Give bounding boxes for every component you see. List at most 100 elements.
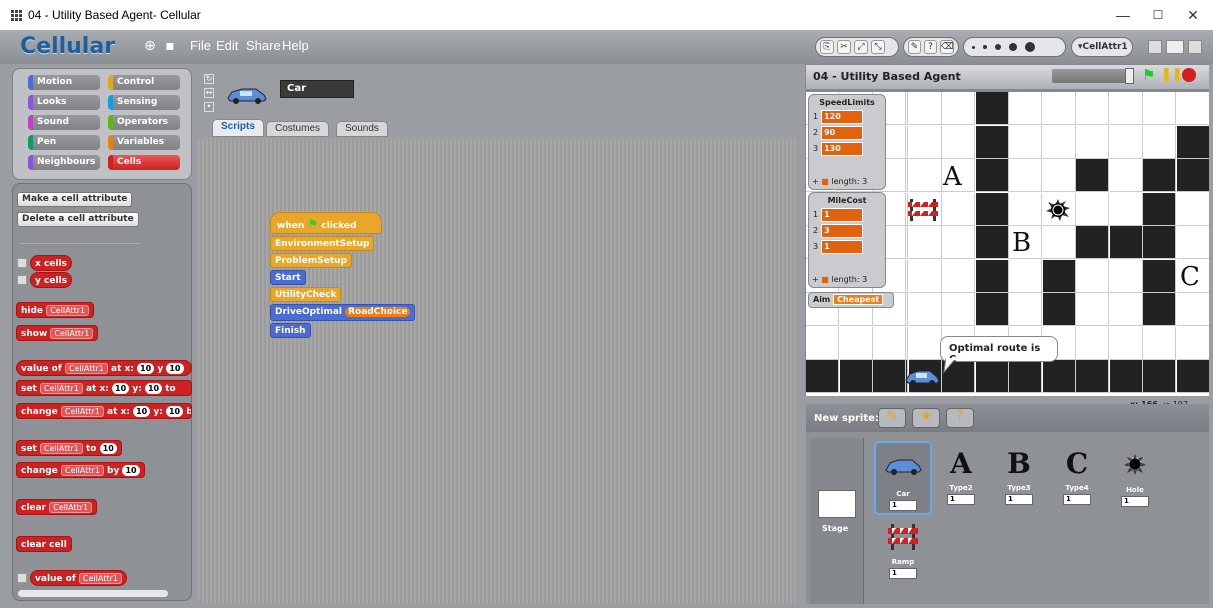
milecost-watcher[interactable]: MileCost 11 23 31 + ■ length: 3 bbox=[808, 192, 886, 288]
stage-slider-handle[interactable] bbox=[1125, 68, 1134, 84]
list-cell[interactable]: 1 bbox=[821, 239, 864, 254]
block-change-by[interactable]: change CellAttr1 by 10 bbox=[16, 462, 145, 478]
sprite-thumb-type4[interactable]: C Type4 1 bbox=[1054, 448, 1100, 505]
attr-slot[interactable]: CellAttr1 bbox=[60, 465, 104, 476]
rotate-all-icon[interactable]: ↻ bbox=[204, 74, 214, 84]
ramp-sprite[interactable] bbox=[907, 197, 939, 223]
paint-new-sprite-icon[interactable]: ✎ bbox=[878, 408, 906, 428]
block-value-of-at[interactable]: value of CellAttr1 at x: 10 y 10 bbox=[16, 360, 192, 376]
scripts-area[interactable] bbox=[198, 138, 798, 603]
value-of-checkbox[interactable] bbox=[17, 573, 27, 583]
eraser-icon[interactable]: ⌫ bbox=[940, 40, 954, 54]
choose-sprite-icon[interactable]: ★ bbox=[912, 408, 940, 428]
hole-sprite[interactable] bbox=[1044, 198, 1072, 222]
menu-edit[interactable]: Edit bbox=[216, 38, 238, 53]
pen-size-1[interactable] bbox=[972, 45, 975, 49]
category-motion[interactable]: Motion bbox=[28, 75, 100, 90]
list-cell[interactable]: 90 bbox=[821, 125, 864, 140]
minimize-button[interactable]: — bbox=[1113, 7, 1133, 23]
number-slot[interactable]: 10 bbox=[99, 443, 117, 454]
block-y-cells[interactable]: y cells bbox=[30, 272, 72, 288]
list-cell[interactable]: 1 bbox=[821, 207, 864, 222]
list-cell[interactable]: 3 bbox=[821, 223, 864, 238]
pen-size-5[interactable] bbox=[1025, 42, 1035, 52]
delete-icon[interactable]: ✂ bbox=[837, 40, 851, 54]
number-slot[interactable]: 10 bbox=[165, 406, 184, 417]
category-neighbours[interactable]: Neighbours bbox=[28, 155, 100, 170]
list-cell[interactable]: 130 bbox=[821, 141, 864, 156]
save-icon[interactable]: ▪ bbox=[162, 38, 178, 54]
attr-slot[interactable]: CellAttr1 bbox=[46, 305, 90, 316]
aim-watcher[interactable]: Aim Cheapest bbox=[808, 292, 894, 308]
maximize-button[interactable]: ☐ bbox=[1148, 7, 1168, 23]
number-slot[interactable]: 10 bbox=[112, 383, 130, 394]
close-button[interactable]: ✕ bbox=[1183, 7, 1203, 23]
block-clear[interactable]: clear CellAttr1 bbox=[16, 499, 98, 515]
attr-slot[interactable]: CellAttr1 bbox=[60, 406, 104, 417]
category-sound[interactable]: Sound bbox=[28, 115, 100, 130]
attr-slot[interactable]: CellAttr1 bbox=[50, 328, 94, 339]
number-slot[interactable]: 10 bbox=[144, 383, 163, 394]
category-control[interactable]: Control bbox=[108, 75, 180, 90]
category-cells[interactable]: Cells bbox=[108, 155, 180, 170]
block-utility-check[interactable]: UtilityCheck bbox=[270, 287, 342, 302]
attr-slot[interactable]: CellAttr1 bbox=[78, 573, 122, 584]
stage-slider[interactable] bbox=[1052, 69, 1132, 83]
sprite-thumb-ramp[interactable]: Ramp 1 bbox=[880, 520, 926, 579]
pencil-icon[interactable]: ✎ bbox=[908, 40, 921, 54]
block-hide[interactable]: hide CellAttr1 bbox=[16, 302, 95, 318]
no-rotate-icon[interactable]: • bbox=[204, 102, 214, 112]
cellattr-dropdown[interactable]: ▾CellAttr1 bbox=[1071, 37, 1133, 57]
list-cell[interactable]: 120 bbox=[821, 109, 864, 124]
category-variables[interactable]: Variables bbox=[108, 135, 180, 150]
number-slot[interactable]: 10 bbox=[137, 363, 155, 374]
block-value-of[interactable]: value of CellAttr1 bbox=[30, 570, 127, 586]
green-flag-icon[interactable]: ⚑ bbox=[1142, 66, 1155, 84]
block-environment-setup[interactable]: EnvironmentSetup bbox=[270, 236, 375, 251]
number-slot[interactable]: 10 bbox=[122, 465, 140, 476]
category-operators[interactable]: Operators bbox=[108, 115, 180, 130]
grow-icon[interactable]: ⤢ bbox=[854, 40, 868, 54]
make-cell-attribute-button[interactable]: Make a cell attribute bbox=[17, 192, 133, 207]
palette-scrollbar[interactable] bbox=[18, 590, 168, 597]
sprite-thumb-type2[interactable]: A Type2 1 bbox=[938, 448, 984, 505]
block-change-at[interactable]: change CellAttr1 at x: 10 y: 10 b bbox=[16, 403, 192, 419]
type4-sprite-c[interactable]: C bbox=[1180, 262, 1200, 292]
pen-size-2[interactable] bbox=[983, 45, 987, 49]
sprite-thumb-car[interactable]: Car 1 bbox=[880, 452, 926, 511]
pause-icon[interactable]: ❚❚ bbox=[1161, 68, 1183, 82]
y-cells-checkbox[interactable] bbox=[17, 275, 27, 285]
tab-costumes[interactable]: Costumes bbox=[266, 121, 330, 137]
type2-sprite-a[interactable]: A bbox=[943, 162, 962, 192]
block-drive-optimal[interactable]: DriveOptimal RoadChoice bbox=[270, 304, 416, 321]
attr-slot[interactable]: CellAttr1 bbox=[64, 363, 108, 374]
block-set-to[interactable]: set CellAttr1 to 10 bbox=[16, 440, 122, 456]
layout-small-icon[interactable] bbox=[1148, 40, 1162, 54]
stop-icon[interactable] bbox=[1182, 68, 1196, 82]
block-clear-cell[interactable]: clear cell bbox=[16, 536, 72, 552]
tab-sounds[interactable]: Sounds bbox=[336, 121, 388, 137]
block-show[interactable]: show CellAttr1 bbox=[16, 325, 99, 341]
shrink-icon[interactable]: ⤡ bbox=[871, 40, 885, 54]
help-icon[interactable]: ? bbox=[924, 40, 937, 54]
hat-when-flag-clicked[interactable]: when ⚑ clicked bbox=[270, 212, 382, 234]
menu-help[interactable]: Help bbox=[282, 38, 309, 53]
sprite-thumb-hole[interactable]: Hole 1 bbox=[1112, 448, 1158, 507]
pen-size-3[interactable] bbox=[995, 44, 1001, 50]
x-cells-checkbox[interactable] bbox=[17, 258, 27, 268]
car-sprite[interactable] bbox=[904, 368, 940, 386]
number-slot[interactable]: 10 bbox=[133, 406, 151, 417]
block-start[interactable]: Start bbox=[270, 270, 306, 285]
attr-slot[interactable]: CellAttr1 bbox=[39, 383, 83, 394]
stage-thumbnail[interactable] bbox=[818, 490, 856, 518]
attr-slot[interactable]: CellAttr1 bbox=[49, 502, 93, 513]
block-problem-setup[interactable]: ProblemSetup bbox=[270, 253, 352, 268]
presentation-icon[interactable] bbox=[1188, 40, 1202, 54]
surprise-sprite-icon[interactable]: ? bbox=[946, 408, 974, 428]
duplicate-icon[interactable]: ⎘ bbox=[820, 40, 834, 54]
sprite-name-field[interactable]: Car bbox=[280, 80, 354, 98]
block-x-cells[interactable]: x cells bbox=[30, 255, 72, 271]
number-slot[interactable]: 10 bbox=[166, 363, 184, 374]
category-looks[interactable]: Looks bbox=[28, 95, 100, 110]
category-sensing[interactable]: Sensing bbox=[108, 95, 180, 110]
